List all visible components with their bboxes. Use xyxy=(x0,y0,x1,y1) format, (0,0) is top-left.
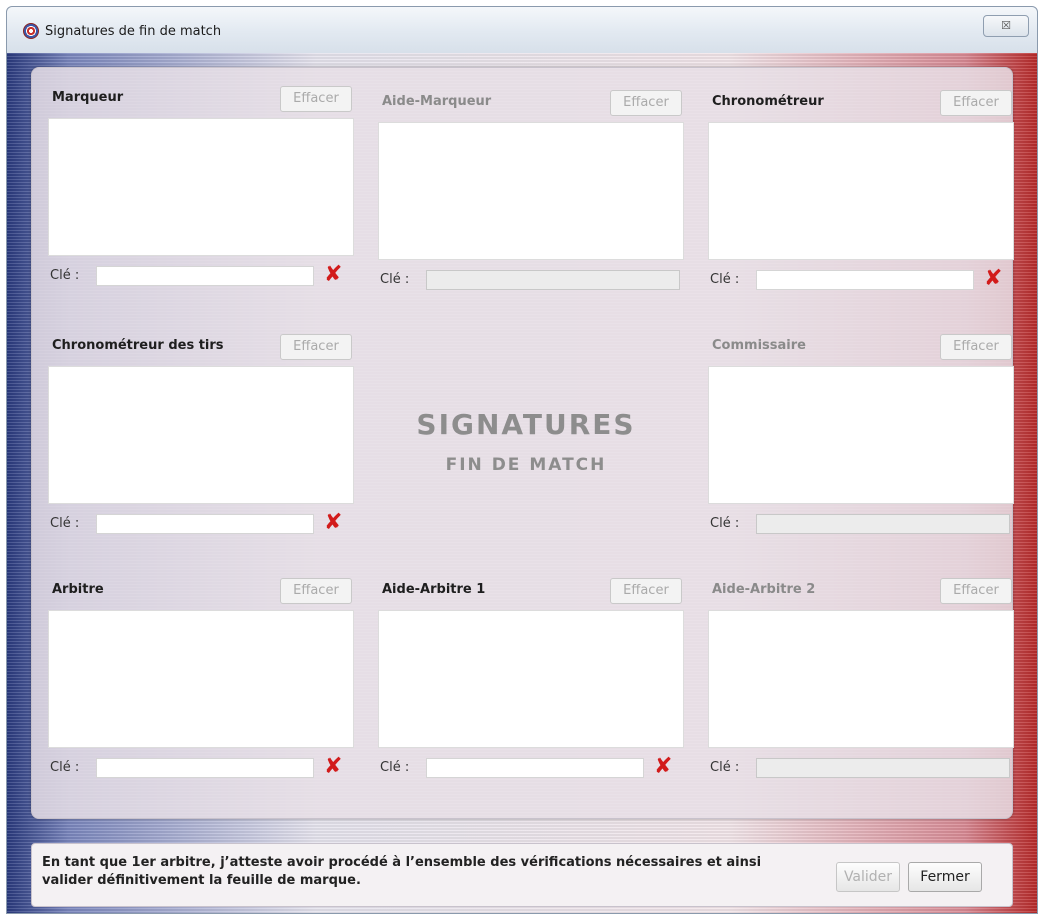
effacer-button-marqueur[interactable]: Effacer xyxy=(280,86,352,112)
red-cross-icon: ✘ xyxy=(984,266,1003,291)
close-icon: ☒ xyxy=(1001,19,1011,32)
effacer-button-commissaire[interactable]: Effacer xyxy=(940,334,1012,360)
cell-title-commissaire: Commissaire xyxy=(712,338,806,353)
signature-pad-aide-arbitre-2[interactable] xyxy=(708,610,1014,748)
cle-label: Clé : xyxy=(380,760,410,775)
close-button[interactable]: ☒ xyxy=(983,15,1029,37)
center-title: SIGNATURES xyxy=(416,408,636,441)
cell-title-aide-marqueur: Aide-Marqueur xyxy=(382,94,492,109)
cell-title-marqueur: Marqueur xyxy=(52,90,124,105)
title-bar: Signatures de fin de match ☒ xyxy=(7,7,1037,53)
cell-title-aide-arbitre-1: Aide-Arbitre 1 xyxy=(382,582,486,597)
center-heading: SIGNATURES FIN DE MATCH xyxy=(362,408,690,475)
cle-label: Clé : xyxy=(710,760,740,775)
cle-label: Clé : xyxy=(50,268,80,283)
cle-row-aide-arbitre-1: Clé : ✘ xyxy=(378,754,684,780)
attestation-text: En tant que 1er arbitre, j’atteste avoir… xyxy=(42,855,762,888)
cle-input-aide-arbitre-2[interactable] xyxy=(756,758,1010,778)
effacer-button-aide-arbitre-2[interactable]: Effacer xyxy=(940,578,1012,604)
cle-label: Clé : xyxy=(380,272,410,287)
red-cross-icon: ✘ xyxy=(324,262,343,287)
signature-pad-chronometreur[interactable] xyxy=(708,122,1014,260)
cle-label: Clé : xyxy=(50,760,80,775)
cle-row-chronometreur-tirs: Clé : ✘ xyxy=(48,510,354,536)
red-cross-icon: ✘ xyxy=(654,754,673,779)
cle-input-commissaire[interactable] xyxy=(756,514,1010,534)
cell-title-arbitre: Arbitre xyxy=(52,582,104,597)
cle-input-chronometreur[interactable] xyxy=(756,270,974,290)
window-title: Signatures de fin de match xyxy=(45,24,222,39)
cle-input-aide-marqueur[interactable] xyxy=(426,270,680,290)
signature-pad-chronometreur-tirs[interactable] xyxy=(48,366,354,504)
effacer-button-arbitre[interactable]: Effacer xyxy=(280,578,352,604)
cell-title-chronometreur: Chronométreur xyxy=(712,94,824,109)
center-subtitle: FIN DE MATCH xyxy=(445,455,607,475)
cle-input-marqueur[interactable] xyxy=(96,266,314,286)
effacer-button-aide-arbitre-1[interactable]: Effacer xyxy=(610,578,682,604)
app-logo-icon xyxy=(23,23,39,39)
cle-row-aide-marqueur: Clé : xyxy=(378,270,684,292)
client-area: Marqueur Effacer Clé : ✘ Aide-Marqueur E… xyxy=(7,53,1037,913)
cell-title-chronometreur-tirs: Chronométreur des tirs xyxy=(52,338,224,353)
cle-input-chronometreur-tirs[interactable] xyxy=(96,514,314,534)
cle-input-arbitre[interactable] xyxy=(96,758,314,778)
signature-pad-marqueur[interactable] xyxy=(48,118,354,256)
signature-pad-aide-arbitre-1[interactable] xyxy=(378,610,684,748)
signature-pad-aide-marqueur[interactable] xyxy=(378,122,684,260)
effacer-button-aide-marqueur[interactable]: Effacer xyxy=(610,90,682,116)
red-cross-icon: ✘ xyxy=(324,510,343,535)
cle-label: Clé : xyxy=(710,516,740,531)
valider-button[interactable]: Valider xyxy=(836,862,900,892)
signature-pad-commissaire[interactable] xyxy=(708,366,1014,504)
cle-row-arbitre: Clé : ✘ xyxy=(48,754,354,780)
cle-row-marqueur: Clé : ✘ xyxy=(48,262,354,288)
cell-title-aide-arbitre-2: Aide-Arbitre 2 xyxy=(712,582,816,597)
effacer-button-chronometreur-tirs[interactable]: Effacer xyxy=(280,334,352,360)
cle-row-aide-arbitre-2: Clé : xyxy=(708,758,1014,780)
cle-row-chronometreur: Clé : ✘ xyxy=(708,266,1014,292)
footer-panel: En tant que 1er arbitre, j’atteste avoir… xyxy=(31,843,1013,907)
fermer-button[interactable]: Fermer xyxy=(908,862,982,892)
cle-row-commissaire: Clé : xyxy=(708,514,1014,536)
red-cross-icon: ✘ xyxy=(324,754,343,779)
effacer-button-chronometreur[interactable]: Effacer xyxy=(940,90,1012,116)
cle-label: Clé : xyxy=(50,516,80,531)
signatures-window: Signatures de fin de match ☒ Marqueur Ef… xyxy=(6,6,1038,914)
signatures-panel: Marqueur Effacer Clé : ✘ Aide-Marqueur E… xyxy=(31,67,1014,819)
cle-label: Clé : xyxy=(710,272,740,287)
cle-input-aide-arbitre-1[interactable] xyxy=(426,758,644,778)
signature-pad-arbitre[interactable] xyxy=(48,610,354,748)
